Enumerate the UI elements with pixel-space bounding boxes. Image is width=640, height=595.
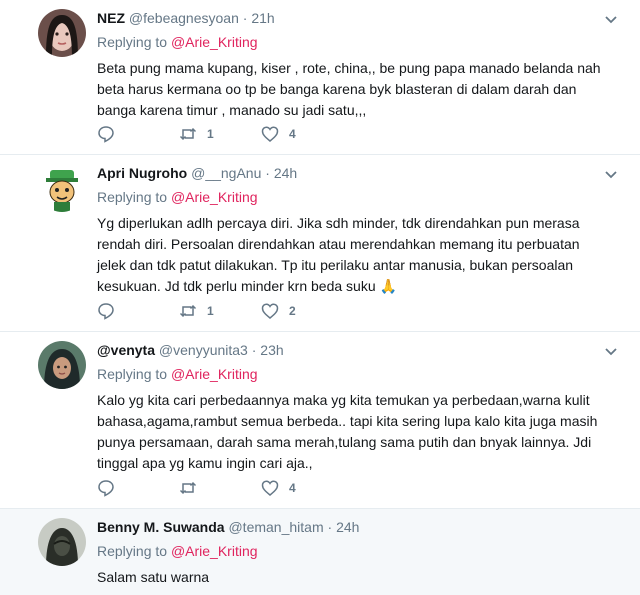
retweet-icon bbox=[179, 481, 197, 495]
avatar[interactable] bbox=[38, 518, 86, 566]
tweet-header: Apri Nugroho @__ngAnu · 24h bbox=[97, 163, 620, 183]
timestamp[interactable]: 21h bbox=[251, 10, 274, 26]
reply-icon bbox=[98, 480, 114, 497]
avatar[interactable] bbox=[38, 9, 86, 57]
reply-button[interactable] bbox=[97, 479, 179, 497]
timestamp[interactable]: 23h bbox=[260, 342, 283, 358]
retweet-button[interactable]: 1 bbox=[179, 125, 261, 143]
avatar[interactable] bbox=[38, 341, 86, 389]
display-name[interactable]: Benny M. Suwanda bbox=[97, 519, 225, 535]
like-count: 2 bbox=[289, 304, 296, 318]
user-handle[interactable]: @__ngAnu bbox=[191, 165, 261, 181]
display-name[interactable]: @venyta bbox=[97, 342, 155, 358]
chevron-down-icon[interactable] bbox=[604, 12, 618, 26]
like-count: 4 bbox=[289, 481, 296, 495]
chevron-down-icon[interactable] bbox=[604, 344, 618, 358]
reply-icon bbox=[98, 303, 114, 320]
tweet-text: Yg diperlukan adlh percaya diri. Jika sd… bbox=[97, 213, 620, 297]
mention-link[interactable]: @Arie_Kriting bbox=[171, 189, 258, 205]
replying-label: Replying to bbox=[97, 34, 168, 50]
user-handle[interactable]: @venyyunita3 bbox=[159, 342, 248, 358]
timestamp[interactable]: 24h bbox=[274, 165, 297, 181]
display-name[interactable]: NEZ bbox=[97, 10, 125, 26]
separator: · bbox=[251, 342, 257, 358]
retweet-icon bbox=[179, 304, 197, 318]
reply-icon bbox=[98, 126, 114, 143]
user-handle[interactable]: @febeagnesyoan bbox=[129, 10, 239, 26]
like-count: 4 bbox=[289, 127, 296, 141]
retweet-button[interactable] bbox=[179, 479, 261, 497]
mention-link[interactable]: @Arie_Kriting bbox=[171, 34, 258, 50]
retweet-count: 1 bbox=[207, 127, 214, 141]
retweet-icon bbox=[179, 127, 197, 141]
folded-hands-emoji: 🙏 bbox=[379, 278, 397, 294]
chevron-down-icon[interactable] bbox=[604, 167, 618, 181]
mention-link[interactable]: @Arie_Kriting bbox=[171, 543, 258, 559]
like-button[interactable]: 4 bbox=[261, 125, 343, 143]
separator: · bbox=[242, 10, 248, 26]
replying-to: Replying to @Arie_Kriting bbox=[97, 187, 620, 207]
user-handle[interactable]: @teman_hitam bbox=[228, 519, 323, 535]
replying-to: Replying to @Arie_Kriting bbox=[97, 364, 620, 384]
tweet[interactable]: Benny M. Suwanda @teman_hitam · 24h Repl… bbox=[0, 509, 640, 595]
replying-to: Replying to @Arie_Kriting bbox=[97, 32, 620, 52]
tweet[interactable]: NEZ @febeagnesyoan · 21h Replying to @Ar… bbox=[0, 0, 640, 155]
reply-button[interactable] bbox=[97, 302, 179, 320]
tweet[interactable]: @venyta @venyyunita3 · 23h Replying to @… bbox=[0, 332, 640, 509]
replying-label: Replying to bbox=[97, 189, 168, 205]
heart-icon bbox=[261, 126, 279, 142]
like-button[interactable]: 4 bbox=[261, 479, 343, 497]
tweet-header: NEZ @febeagnesyoan · 21h bbox=[97, 8, 620, 28]
heart-icon bbox=[261, 480, 279, 496]
replying-to: Replying to @Arie_Kriting bbox=[97, 541, 620, 561]
tweet-text: Kalo yg kita cari perbedaannya maka yg k… bbox=[97, 392, 598, 471]
tweet-text-body: Yg diperlukan adlh percaya diri. Jika sd… bbox=[97, 215, 580, 294]
tweet[interactable]: Apri Nugroho @__ngAnu · 24h Replying to … bbox=[0, 155, 640, 332]
replying-label: Replying to bbox=[97, 366, 168, 382]
tweet-actions: 4 bbox=[97, 478, 343, 498]
heart-icon bbox=[261, 303, 279, 319]
tweet-header: Benny M. Suwanda @teman_hitam · 24h bbox=[97, 517, 620, 537]
retweet-count: 1 bbox=[207, 304, 214, 318]
display-name[interactable]: Apri Nugroho bbox=[97, 165, 187, 181]
timestamp[interactable]: 24h bbox=[336, 519, 359, 535]
tweet-actions: 1 2 bbox=[97, 301, 343, 321]
like-button[interactable]: 2 bbox=[261, 302, 343, 320]
mention-link[interactable]: @Arie_Kriting bbox=[171, 366, 258, 382]
reply-button[interactable] bbox=[97, 125, 179, 143]
separator: · bbox=[327, 519, 333, 535]
avatar[interactable] bbox=[38, 164, 86, 212]
separator: · bbox=[265, 165, 270, 181]
tweet-actions: 1 4 bbox=[97, 124, 343, 144]
tweet-text: Salam satu warna bbox=[97, 569, 210, 585]
replying-label: Replying to bbox=[97, 543, 168, 559]
tweet-header: @venyta @venyyunita3 · 23h bbox=[97, 340, 620, 360]
tweet-text: Beta pung mama kupang, kiser , rote, chi… bbox=[97, 60, 601, 118]
retweet-button[interactable]: 1 bbox=[179, 302, 261, 320]
